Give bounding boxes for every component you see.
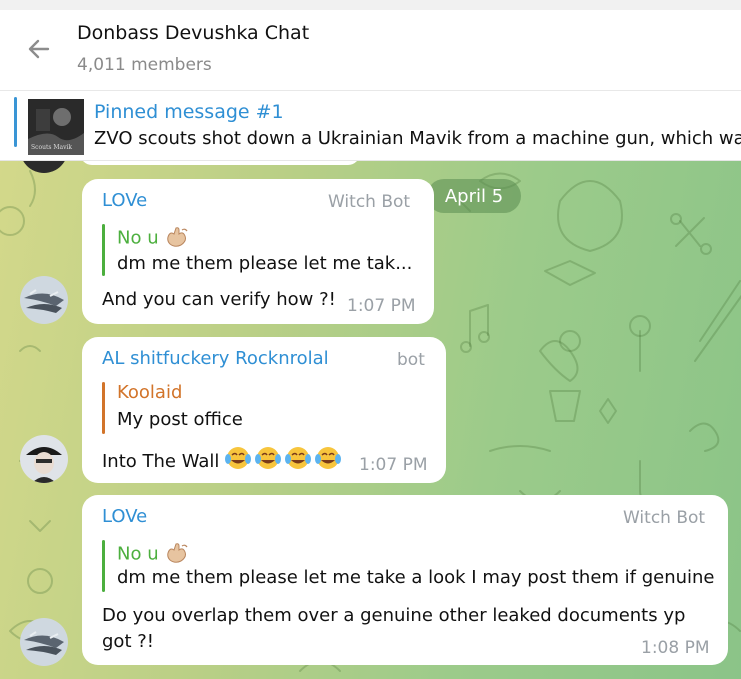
reply-text: My post office bbox=[117, 409, 243, 430]
reply-text: dm me them please let me take a look I m… bbox=[117, 567, 715, 588]
reply-sender[interactable]: No u bbox=[117, 224, 190, 253]
message-time: 1:07 PM bbox=[347, 296, 416, 316]
message-bubble[interactable]: LOVe Witch Bot No u dm me them please le… bbox=[82, 179, 434, 324]
sender-tag: bot bbox=[397, 350, 425, 370]
message-bubble[interactable]: LOVe Witch Bot No u dm me them please le… bbox=[82, 495, 728, 665]
date-separator: April 5 bbox=[427, 179, 521, 213]
reply-text: dm me them please let me tak... bbox=[117, 253, 413, 274]
thumbnail-caption: Scouts Mavik bbox=[31, 144, 73, 151]
avatar[interactable] bbox=[20, 618, 68, 666]
chat-header[interactable]: Donbass Devushka Chat 4,011 members bbox=[0, 10, 741, 91]
back-arrow-icon[interactable] bbox=[22, 32, 56, 66]
reply-indicator bbox=[102, 224, 105, 276]
message-text-line-2: got ?! bbox=[102, 631, 154, 652]
pinned-indicator bbox=[14, 97, 17, 147]
laughing-tears-icon bbox=[225, 445, 343, 479]
message-text: Into The Wall bbox=[102, 445, 343, 479]
call-me-hand-icon bbox=[164, 224, 190, 253]
reply-sender[interactable]: Koolaid bbox=[117, 382, 182, 403]
message-time: 1:08 PM bbox=[641, 638, 710, 658]
chat-title[interactable]: Donbass Devushka Chat bbox=[77, 22, 309, 44]
pinned-message-bar[interactable]: Scouts Mavik Pinned message #1 ZVO scout… bbox=[0, 91, 741, 161]
message-bubble[interactable]: AL shitfuckery Rocknrolal bot Koolaid My… bbox=[82, 337, 446, 483]
pinned-text: ZVO scouts shot down a Ukrainian Mavik f… bbox=[94, 128, 741, 149]
sender-name[interactable]: LOVe bbox=[102, 506, 147, 527]
reply-indicator bbox=[102, 540, 105, 592]
sender-name[interactable]: LOVe bbox=[102, 190, 147, 211]
window-top-strip bbox=[0, 0, 741, 10]
sender-tag: Witch Bot bbox=[328, 192, 411, 212]
message-text-line-1: Do you overlap them over a genuine other… bbox=[102, 605, 686, 626]
pinned-thumbnail: Scouts Mavik bbox=[28, 99, 84, 155]
pinned-title: Pinned message #1 bbox=[94, 101, 284, 123]
message-time: 1:07 PM bbox=[359, 455, 428, 475]
sender-tag: Witch Bot bbox=[623, 508, 706, 528]
reply-sender-label: No u bbox=[117, 227, 159, 249]
message-text-label: Into The Wall bbox=[102, 451, 220, 472]
reply-sender-label: No u bbox=[117, 543, 159, 565]
message-text: And you can verify how ?! bbox=[102, 289, 336, 310]
sender-name[interactable]: AL shitfuckery Rocknrolal bbox=[102, 348, 329, 369]
reply-indicator bbox=[102, 382, 105, 434]
member-count: 4,011 members bbox=[77, 55, 212, 75]
avatar[interactable] bbox=[20, 276, 68, 324]
avatar[interactable] bbox=[20, 435, 68, 483]
previous-message-bubble[interactable] bbox=[80, 161, 360, 165]
call-me-hand-icon bbox=[164, 540, 190, 569]
reply-sender[interactable]: No u bbox=[117, 540, 190, 569]
